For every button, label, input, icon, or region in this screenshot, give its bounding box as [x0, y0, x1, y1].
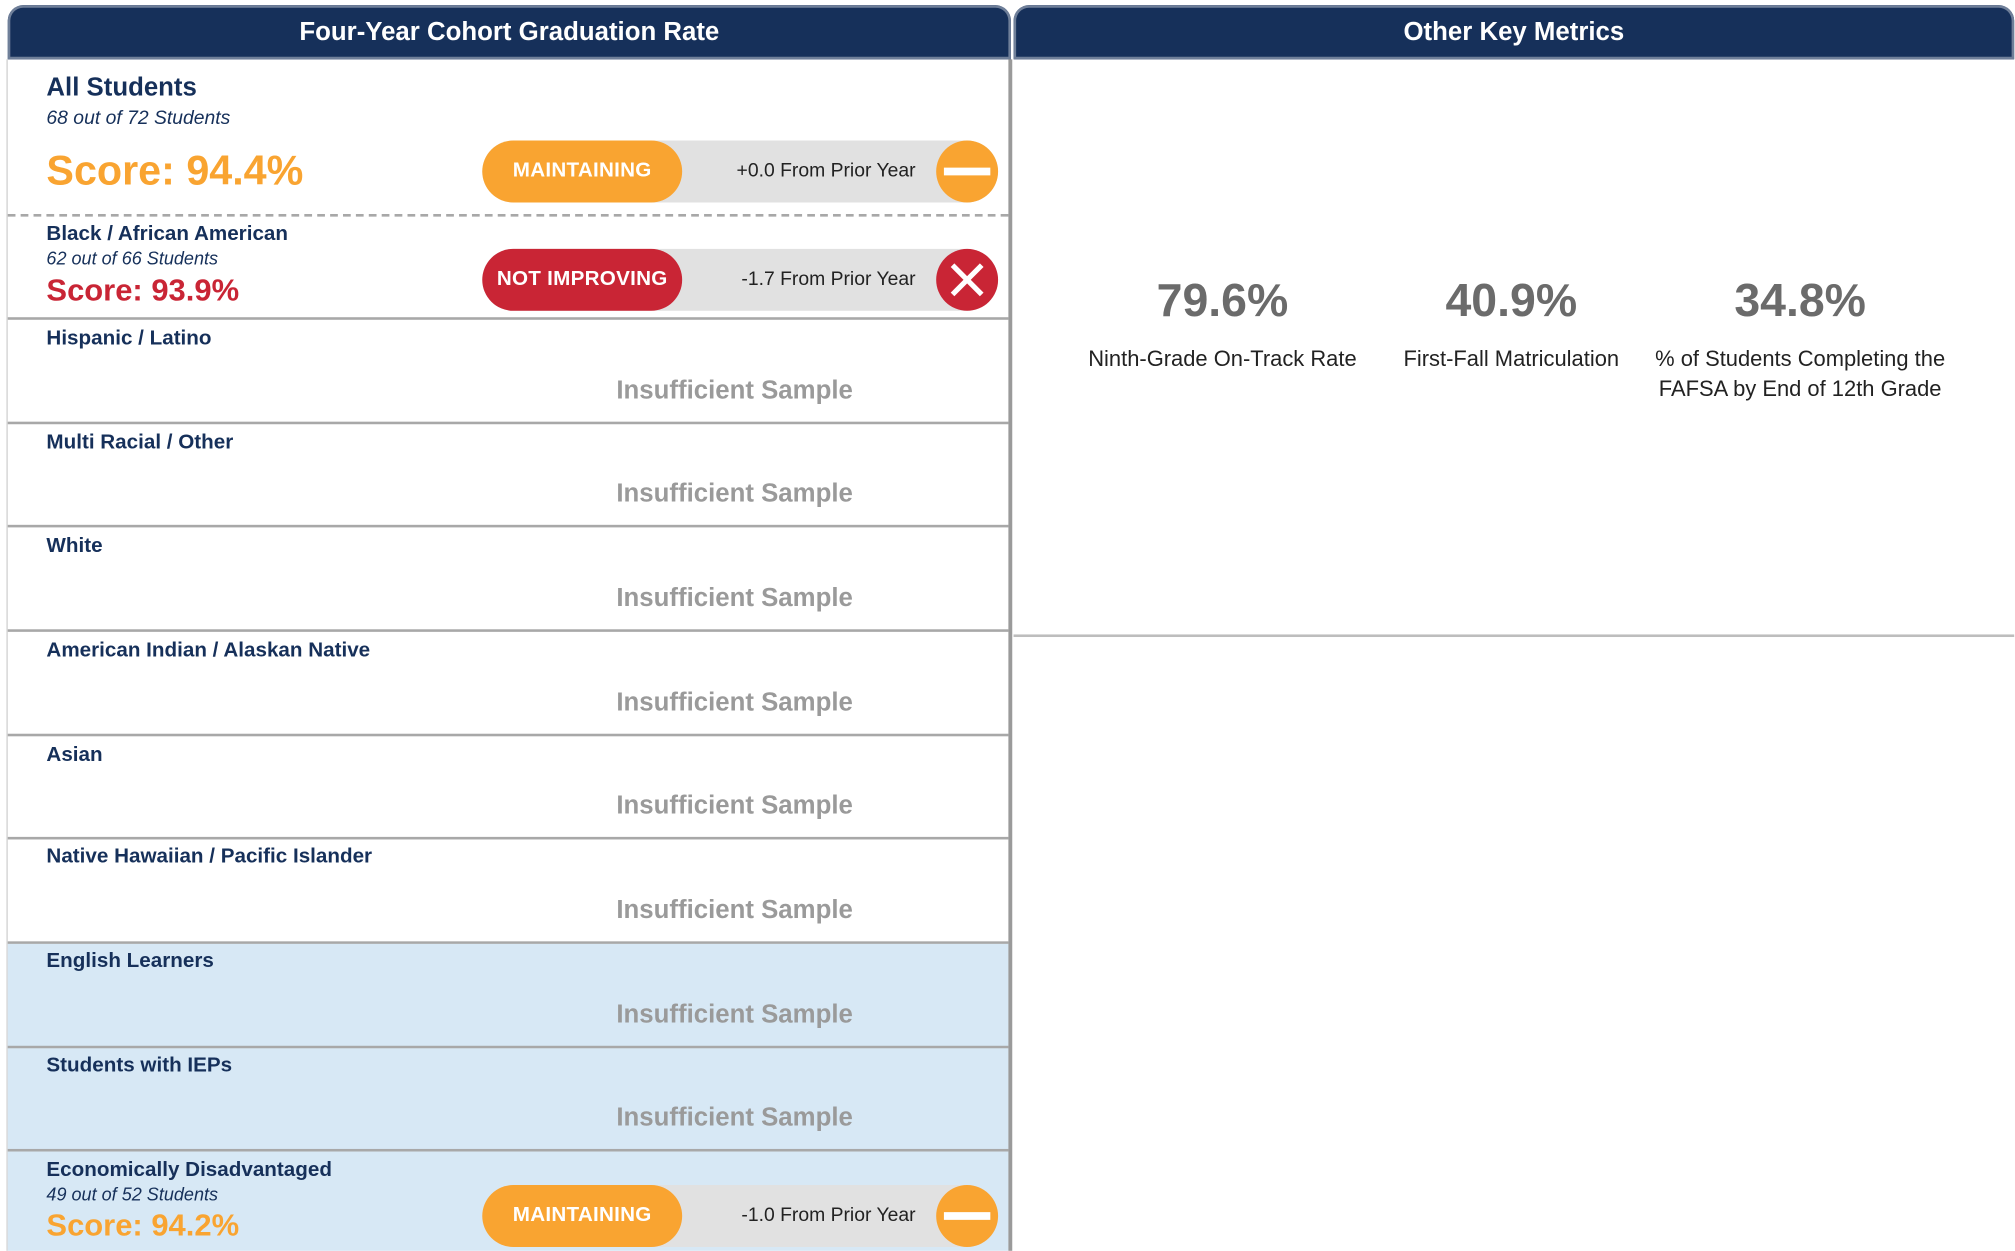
insufficient-sample-note: Insufficient Sample [616, 896, 853, 925]
metric-value: 34.8% [1734, 273, 1866, 327]
status-badge: MAINTAINING [482, 140, 683, 203]
group-name: American Indian / Alaskan Native [46, 639, 371, 662]
group-score: Score: 94.2% [46, 1208, 240, 1244]
group-name: All Students [46, 73, 197, 102]
status-pill: MAINTAINING -1.0 From Prior Year [482, 1185, 999, 1247]
group-student-count: 62 out of 66 Students [46, 247, 219, 269]
group-row-asian: Asian Insufficient Sample [7, 736, 1009, 840]
group-row-hispanic-latino: Hispanic / Latino Insufficient Sample [7, 320, 1009, 425]
metric-label: Ninth-Grade On-Track Rate [1088, 346, 1357, 372]
group-name: Native Hawaiian / Pacific Islander [46, 845, 373, 868]
insufficient-sample-note: Insufficient Sample [616, 688, 853, 717]
prior-year-change: -1.7 From Prior Year [741, 268, 916, 291]
group-name: White [46, 535, 103, 558]
metric-value: 79.6% [1156, 273, 1289, 327]
group-row-white: White Insufficient Sample [7, 527, 1009, 632]
minus-icon [936, 1185, 999, 1247]
group-name: Students with IEPs [46, 1054, 233, 1077]
group-row-all-students: All Students 68 out of 72 Students Score… [7, 59, 1009, 217]
group-row-native-hawaiian-pacific-islander: Native Hawaiian / Pacific Islander Insuf… [7, 839, 1009, 944]
key-metrics-header: Other Key Metrics [1013, 5, 2015, 60]
x-icon [936, 248, 999, 311]
group-row-black-african-american: Black / African American 62 out of 66 St… [7, 217, 1009, 320]
prior-year-change: +0.0 From Prior Year [736, 159, 916, 182]
insufficient-sample-note: Insufficient Sample [616, 1000, 853, 1030]
group-name: Hispanic / Latino [46, 327, 212, 350]
metric-ninth-grade-on-track: 79.6% Ninth-Grade On-Track Rate [1070, 272, 1374, 374]
metric-value: 40.9% [1445, 273, 1578, 327]
key-metrics-box: 79.6% Ninth-Grade On-Track Rate 40.9% Fi… [1013, 59, 2015, 638]
metric-first-fall-matriculation: 40.9% First-Fall Matriculation [1359, 272, 1663, 374]
minus-icon [936, 140, 999, 203]
status-pill: NOT IMPROVING -1.7 From Prior Year [482, 248, 999, 311]
group-score: Score: 94.4% [46, 147, 304, 194]
group-row-american-indian-alaskan-native: American Indian / Alaskan Native Insuffi… [7, 632, 1009, 737]
prior-year-change: -1.0 From Prior Year [741, 1204, 916, 1227]
panel-divider [1008, 59, 1013, 1251]
insufficient-sample-note: Insufficient Sample [616, 791, 853, 821]
metric-label: % of Students Completing the FAFSA by En… [1655, 346, 1946, 402]
status-badge: MAINTAINING [482, 1185, 683, 1247]
group-name: English Learners [46, 950, 214, 973]
group-row-students-with-ieps: Students with IEPs Insufficient Sample [7, 1048, 1009, 1152]
group-name: Black / African American [46, 223, 289, 246]
insufficient-sample-note: Insufficient Sample [616, 376, 853, 405]
graduation-rate-header: Four-Year Cohort Graduation Rate [7, 5, 1011, 60]
group-score: Score: 93.9% [46, 273, 240, 309]
metric-fafsa-completion: 34.8% % of Students Completing the FAFSA… [1648, 272, 1952, 404]
group-row-economically-disadvantaged: Economically Disadvantaged 49 out of 52 … [7, 1151, 1009, 1251]
report-page: Four-Year Cohort Graduation Rate All Stu… [0, 0, 2015, 1251]
insufficient-sample-note: Insufficient Sample [616, 1103, 853, 1133]
insufficient-sample-note: Insufficient Sample [616, 479, 853, 509]
group-name: Multi Racial / Other [46, 431, 234, 454]
metric-label: First-Fall Matriculation [1403, 346, 1620, 372]
status-pill: MAINTAINING +0.0 From Prior Year [482, 140, 999, 203]
group-row-english-learners: English Learners Insufficient Sample [7, 943, 1009, 1049]
insufficient-sample-note: Insufficient Sample [616, 584, 853, 613]
group-student-count: 49 out of 52 Students [46, 1183, 219, 1205]
status-badge: NOT IMPROVING [482, 248, 683, 311]
group-row-multi-racial-other: Multi Racial / Other Insufficient Sample [7, 424, 1009, 528]
group-student-count: 68 out of 72 Students [46, 107, 231, 129]
group-name: Economically Disadvantaged [46, 1159, 332, 1182]
group-name: Asian [46, 744, 103, 766]
